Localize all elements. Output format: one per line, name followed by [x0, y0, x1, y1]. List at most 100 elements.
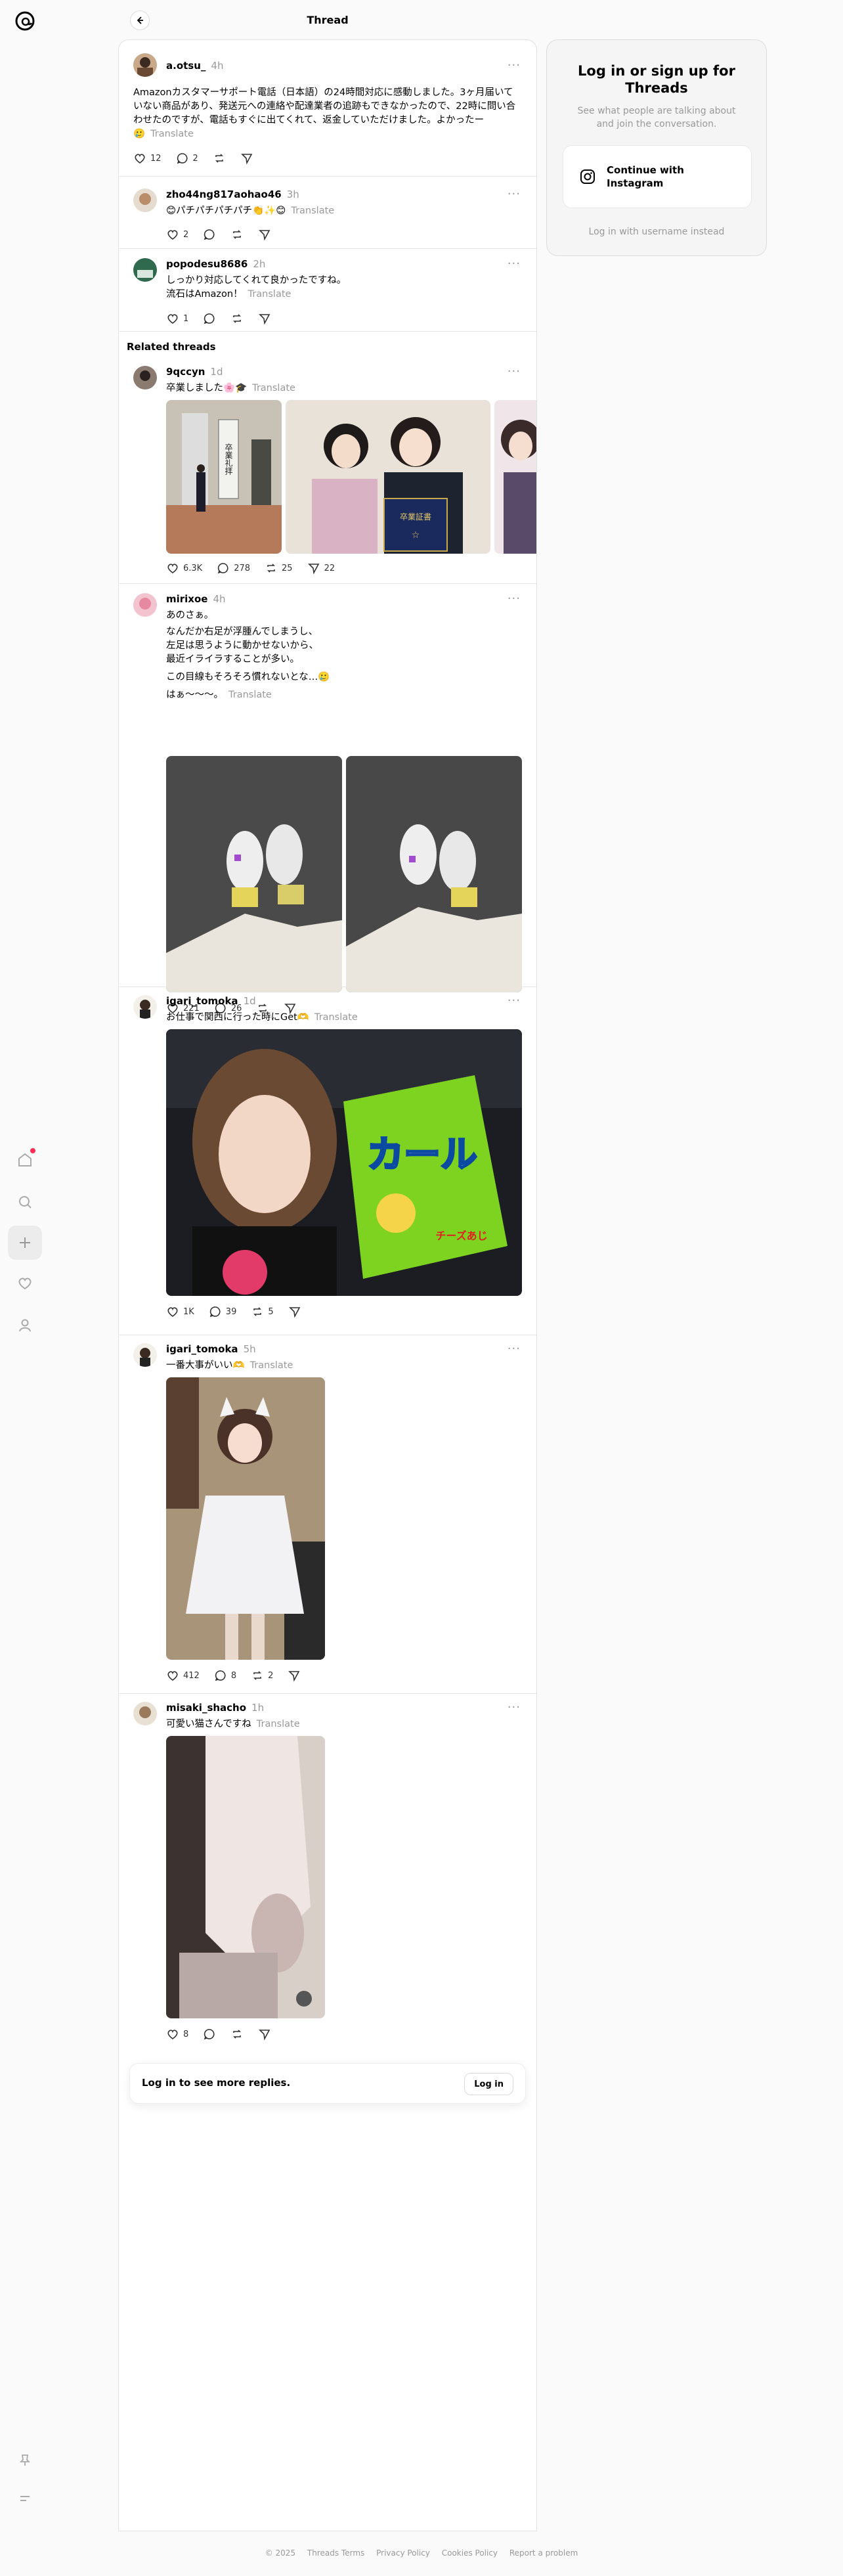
login-card-title: Log in or sign up for Threads [578, 63, 735, 96]
search-icon[interactable] [8, 1185, 42, 1219]
username-text[interactable]: misaki_shacho [166, 1702, 246, 1714]
photo-graduation-partial[interactable] [494, 400, 536, 554]
translate-link[interactable]: Translate [257, 1719, 300, 1729]
repost-button[interactable] [230, 312, 244, 325]
share-button[interactable] [288, 1305, 301, 1318]
translate-link[interactable]: Translate [150, 129, 194, 139]
more-options-icon[interactable]: ··· [508, 365, 521, 378]
avatar[interactable] [133, 995, 157, 1019]
comment-icon [204, 313, 215, 324]
related-thread: igari_tomoka 5h ··· 一番大事がいい🫶 Translate 412… [119, 1335, 536, 1694]
avatar[interactable] [133, 189, 157, 212]
share-button[interactable] [240, 152, 253, 165]
translate-link[interactable]: Translate [228, 690, 272, 700]
thread-username[interactable]: misaki_shacho 1h [166, 1702, 264, 1714]
username-text[interactable]: igari_tomoka [166, 1343, 238, 1355]
like-button[interactable]: 12 [133, 152, 162, 165]
thread-username[interactable]: igari_tomoka 1d [166, 995, 256, 1007]
thread-time: 1h [251, 1702, 265, 1714]
footer: © 2025 Threads Terms Privacy Policy Cook… [0, 2548, 843, 2558]
create-icon[interactable] [8, 1226, 42, 1260]
reply-button[interactable]: 8 [214, 1669, 236, 1682]
more-options-icon[interactable]: ··· [508, 994, 521, 1008]
avatar[interactable] [133, 1702, 157, 1725]
repost-button[interactable]: 2 [251, 1669, 273, 1682]
thread-username[interactable]: mirixoe 4h [166, 593, 226, 605]
footer-link-terms[interactable]: Threads Terms [307, 2548, 364, 2558]
login-username-link[interactable]: Log in with username instead [547, 227, 766, 237]
share-button[interactable]: 22 [307, 562, 335, 575]
home-icon[interactable] [8, 1143, 42, 1177]
share-button[interactable] [258, 228, 271, 241]
photo-cat[interactable] [166, 1736, 325, 2018]
reply-button[interactable] [203, 228, 216, 241]
repost-button[interactable]: 25 [265, 562, 293, 575]
footer-link-report[interactable]: Report a problem [509, 2548, 578, 2558]
photo-graduation-friends[interactable]: 卒業証書 ☆ [286, 400, 490, 554]
heart-icon[interactable] [8, 1266, 42, 1300]
like-button[interactable]: 8 [166, 2028, 188, 2041]
username-text[interactable]: zho44ng817aohao46 [166, 189, 282, 200]
reply-button[interactable]: 39 [209, 1305, 236, 1318]
photo-shoes-left[interactable] [166, 756, 342, 992]
like-button[interactable]: 412 [166, 1669, 200, 1682]
login-button[interactable]: Log in [464, 2073, 513, 2095]
thread-username[interactable]: igari_tomoka 5h [166, 1343, 256, 1355]
reply-username[interactable]: zho44ng817aohao46 3h [166, 189, 299, 200]
translate-link[interactable]: Translate [291, 206, 334, 216]
username-text[interactable]: popodesu8686 [166, 258, 248, 270]
back-arrow-icon[interactable] [130, 11, 150, 30]
share-button[interactable] [258, 2028, 271, 2041]
repost-button[interactable] [230, 228, 244, 241]
avatar[interactable] [133, 593, 157, 617]
avatar[interactable] [133, 1343, 157, 1367]
pin-icon[interactable] [8, 2443, 42, 2477]
repost-button[interactable]: 5 [251, 1305, 274, 1318]
username-text[interactable]: igari_tomoka [166, 995, 238, 1007]
like-button[interactable]: 1K [166, 1305, 194, 1318]
share-icon [259, 230, 270, 241]
more-options-icon[interactable]: ··· [508, 257, 521, 271]
post-username[interactable]: a.otsu_ 4h [166, 60, 223, 72]
avatar[interactable] [133, 53, 157, 77]
translate-link[interactable]: Translate [314, 1012, 358, 1023]
photo-graduation-sign[interactable]: 卒業礼拝 [166, 400, 282, 554]
photo-snack[interactable]: カール チーズあじ [166, 1029, 522, 1296]
username-text[interactable]: a.otsu_ [166, 60, 205, 72]
thread-username[interactable]: 9qccyn 1d [166, 366, 223, 378]
repost-button[interactable] [213, 152, 226, 165]
avatar[interactable] [133, 366, 157, 389]
photo-shoes-right[interactable] [346, 756, 522, 992]
repost-button[interactable] [230, 2028, 244, 2041]
username-text[interactable]: 9qccyn [166, 366, 205, 378]
reply-button[interactable] [203, 312, 216, 325]
thread-text: あのさぁ。 なんだか右足が浮腫んでしまうし、 左足は思うように動かせないから、 … [166, 609, 521, 702]
footer-link-cookies[interactable]: Cookies Policy [442, 2548, 498, 2558]
reply-username[interactable]: popodesu8686 2h [166, 258, 265, 270]
username-text[interactable]: mirixoe [166, 593, 207, 605]
threads-logo-icon[interactable] [12, 8, 38, 34]
more-options-icon[interactable]: ··· [508, 1700, 521, 1714]
like-button[interactable]: 1 [166, 312, 188, 325]
like-button[interactable]: 6.3K [166, 562, 202, 575]
like-button[interactable]: 2 [166, 228, 188, 241]
share-button[interactable] [258, 312, 271, 325]
menu-icon[interactable] [8, 2481, 42, 2516]
profile-icon[interactable] [8, 1308, 42, 1343]
footer-link-privacy[interactable]: Privacy Policy [376, 2548, 430, 2558]
more-options-icon[interactable]: ··· [508, 58, 521, 72]
share-button[interactable] [288, 1669, 301, 1682]
translate-link[interactable]: Translate [250, 1360, 293, 1371]
translate-link[interactable]: Translate [248, 289, 292, 300]
continue-with-instagram-button[interactable]: Continue with Instagram [563, 145, 752, 208]
translate-link[interactable]: Translate [252, 383, 295, 393]
more-options-icon[interactable]: ··· [508, 187, 521, 201]
more-options-icon[interactable]: ··· [508, 592, 521, 606]
reply-button[interactable]: 2 [176, 152, 198, 165]
share-icon [259, 2030, 270, 2041]
reply-button[interactable] [203, 2028, 216, 2041]
more-options-icon[interactable]: ··· [508, 1342, 521, 1356]
photo-cat-ears-dress[interactable] [166, 1377, 325, 1660]
reply-button[interactable]: 278 [217, 562, 250, 575]
avatar[interactable] [133, 258, 157, 282]
